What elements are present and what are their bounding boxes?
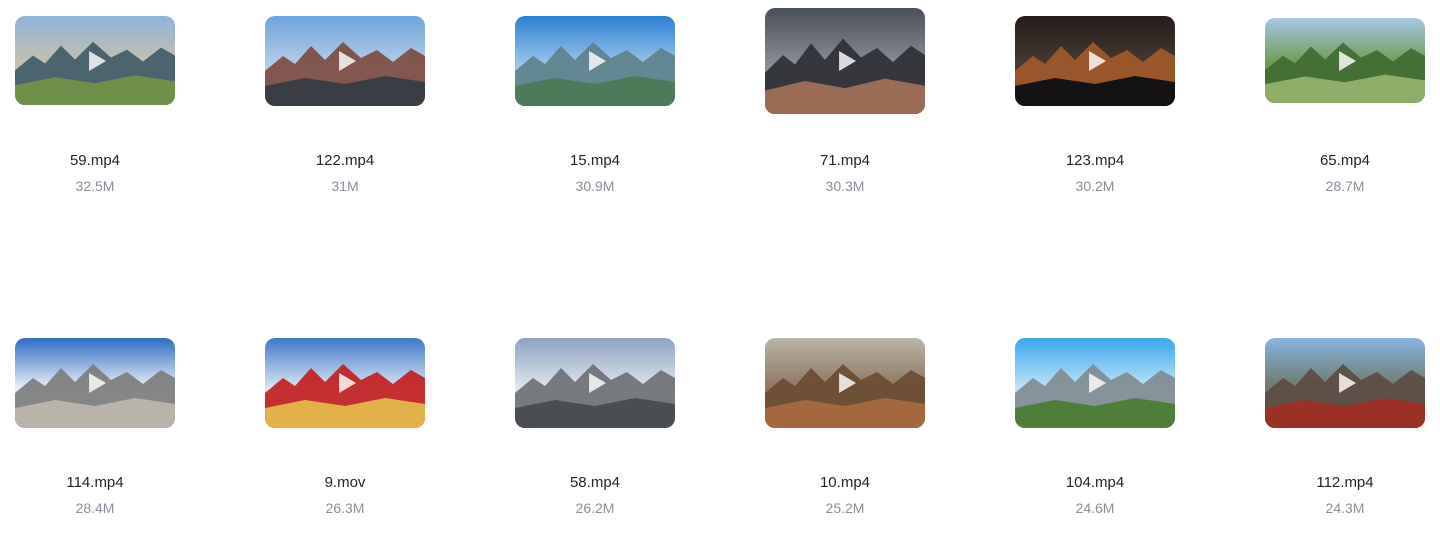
video-thumbnail[interactable] <box>265 16 425 106</box>
video-item[interactable]: 71.mp4 30.3M <box>750 8 940 195</box>
video-filename[interactable]: 104.mp4 <box>1000 474 1190 492</box>
video-filesize: 32.5M <box>75 178 115 194</box>
video-filename[interactable]: 58.mp4 <box>500 474 690 492</box>
video-filesize: 30.3M <box>825 178 865 194</box>
video-item[interactable]: 114.mp4 28.4M <box>0 338 190 517</box>
video-item[interactable]: 122.mp4 31M <box>250 16 440 195</box>
video-filename[interactable]: 112.mp4 <box>1250 474 1440 492</box>
play-icon[interactable] <box>1339 373 1357 393</box>
video-filesize: 26.2M <box>575 500 615 516</box>
video-item[interactable]: 65.mp4 28.7M <box>1250 18 1440 195</box>
play-icon[interactable] <box>589 51 607 71</box>
video-filesize: 24.3M <box>1325 500 1365 516</box>
video-filename[interactable]: 59.mp4 <box>0 152 190 170</box>
video-filesize: 28.4M <box>75 500 115 516</box>
video-filename[interactable]: 9.mov <box>250 474 440 492</box>
video-thumbnail[interactable] <box>1265 338 1425 428</box>
video-filesize: 25.2M <box>825 500 865 516</box>
video-thumbnail[interactable] <box>1265 18 1425 103</box>
video-thumbnail[interactable] <box>1015 16 1175 106</box>
video-filesize: 24.6M <box>1075 500 1115 516</box>
video-item[interactable]: 15.mp4 30.9M <box>500 16 690 195</box>
video-thumbnail[interactable] <box>515 16 675 106</box>
video-thumbnail[interactable] <box>15 338 175 428</box>
video-thumbnail[interactable] <box>765 338 925 428</box>
play-icon[interactable] <box>839 51 857 71</box>
video-filename[interactable]: 15.mp4 <box>500 152 690 170</box>
video-filesize: 30.2M <box>1075 178 1115 194</box>
play-icon[interactable] <box>339 373 357 393</box>
video-thumbnail[interactable] <box>1015 338 1175 428</box>
video-thumbnail[interactable] <box>765 8 925 114</box>
play-icon[interactable] <box>339 51 357 71</box>
video-item[interactable]: 104.mp4 24.6M <box>1000 338 1190 517</box>
video-item[interactable]: 123.mp4 30.2M <box>1000 16 1190 195</box>
video-filename[interactable]: 123.mp4 <box>1000 152 1190 170</box>
video-thumbnail[interactable] <box>265 338 425 428</box>
video-thumbnail[interactable] <box>15 16 175 105</box>
video-filename[interactable]: 71.mp4 <box>750 152 940 170</box>
play-icon[interactable] <box>839 373 857 393</box>
video-thumbnail[interactable] <box>515 338 675 428</box>
video-filesize: 30.9M <box>575 178 615 194</box>
video-filesize: 28.7M <box>1325 178 1365 194</box>
video-filename[interactable]: 114.mp4 <box>0 474 190 492</box>
play-icon[interactable] <box>89 50 107 71</box>
play-icon[interactable] <box>1089 51 1107 71</box>
video-item[interactable]: 9.mov 26.3M <box>250 338 440 517</box>
video-grid: 59.mp4 32.5M 122.mp4 31M 15.mp4 30.9M 71.mp4 30… <box>0 0 1440 541</box>
video-item[interactable]: 10.mp4 25.2M <box>750 338 940 517</box>
play-icon[interactable] <box>89 373 107 393</box>
video-item[interactable]: 59.mp4 32.5M <box>0 16 190 195</box>
video-item[interactable]: 112.mp4 24.3M <box>1250 338 1440 517</box>
play-icon[interactable] <box>1089 373 1107 393</box>
video-filesize: 26.3M <box>325 500 365 516</box>
video-filename[interactable]: 65.mp4 <box>1250 152 1440 170</box>
video-filesize: 31M <box>331 178 359 194</box>
video-filename[interactable]: 10.mp4 <box>750 474 940 492</box>
play-icon[interactable] <box>589 373 607 393</box>
video-item[interactable]: 58.mp4 26.2M <box>500 338 690 517</box>
video-filename[interactable]: 122.mp4 <box>250 152 440 170</box>
play-icon[interactable] <box>1339 50 1357 71</box>
